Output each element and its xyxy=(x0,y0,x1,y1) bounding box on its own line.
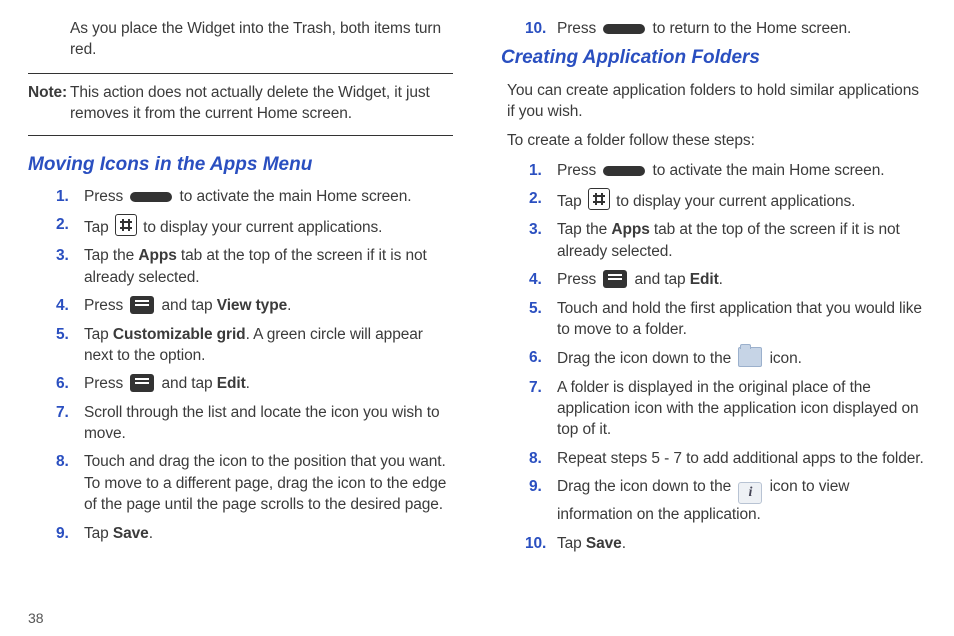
text: Tap xyxy=(557,193,586,210)
r-step-5: Touch and hold the first application tha… xyxy=(529,298,926,341)
text: and tap xyxy=(157,375,216,392)
text: to activate the main Home screen. xyxy=(648,162,884,179)
text: Press xyxy=(557,162,600,179)
r-step-7: A folder is displayed in the original pl… xyxy=(529,377,926,441)
text: . xyxy=(149,525,153,542)
home-key-icon xyxy=(130,192,172,202)
text: and tap xyxy=(157,297,216,314)
text: to display your current applications. xyxy=(612,193,855,210)
step-3: Tap the Apps tab at the top of the scree… xyxy=(56,245,453,288)
r-step-4: Press and tap Edit. xyxy=(529,269,926,290)
text: . xyxy=(719,271,723,288)
text: . xyxy=(246,375,250,392)
text: Press xyxy=(84,297,127,314)
apps-grid-icon xyxy=(588,188,610,210)
text: . xyxy=(622,535,626,552)
view-type-label: View type xyxy=(217,297,287,314)
note-block: Note: This action does not actually dele… xyxy=(28,73,453,136)
text: icon. xyxy=(765,350,801,367)
text: and tap xyxy=(630,271,689,288)
step-5: Tap Customizable grid. A green circle wi… xyxy=(56,324,453,367)
text: Press xyxy=(84,375,127,392)
step-9: Tap Save. xyxy=(56,523,453,544)
note-text: This action does not actually delete the… xyxy=(70,82,453,125)
text: Press xyxy=(557,20,600,37)
menu-key-icon xyxy=(130,296,154,314)
creating-folders-steps: Press to activate the main Home screen. … xyxy=(501,160,926,526)
text: Drag the icon down to the xyxy=(557,350,735,367)
save-label: Save xyxy=(113,525,149,542)
menu-key-icon xyxy=(603,270,627,288)
home-key-icon xyxy=(603,166,645,176)
customizable-grid-label: Customizable grid xyxy=(113,326,246,343)
step-2: Tap to display your current applications… xyxy=(56,214,453,238)
note-label: Note: xyxy=(28,82,70,125)
r-step-10-number: 10. xyxy=(525,533,546,554)
text: Tap xyxy=(84,525,113,542)
heading-moving-icons: Moving Icons in the Apps Menu xyxy=(28,152,453,178)
text: Press xyxy=(84,188,127,205)
step-7: Scroll through the list and locate the i… xyxy=(56,402,453,445)
apps-grid-icon xyxy=(115,214,137,236)
folders-intro-1: You can create application folders to ho… xyxy=(501,80,926,123)
apps-tab-label: Apps xyxy=(611,221,649,238)
text: Tap xyxy=(84,219,113,236)
step-10-continued: 10. Press to return to the Home screen. xyxy=(501,18,926,39)
step-8: Touch and drag the icon to the position … xyxy=(56,451,453,515)
trash-paragraph: As you place the Widget into the Trash, … xyxy=(28,18,453,61)
r-step-10: 10. Tap Save. xyxy=(501,533,926,554)
r-step-1: Press to activate the main Home screen. xyxy=(529,160,926,181)
text: Tap xyxy=(84,326,113,343)
menu-key-icon xyxy=(130,374,154,392)
text: . xyxy=(287,297,291,314)
edit-label: Edit xyxy=(690,271,719,288)
info-icon: i xyxy=(738,482,762,504)
folder-icon xyxy=(738,347,762,367)
apps-tab-label: Apps xyxy=(138,247,176,264)
step-1: Press to activate the main Home screen. xyxy=(56,186,453,207)
r-step-9: Drag the icon down to the i icon to view… xyxy=(529,476,926,525)
text: Tap the xyxy=(557,221,611,238)
text: Tap xyxy=(557,535,586,552)
page-root: As you place the Widget into the Trash, … xyxy=(0,0,954,636)
home-key-icon xyxy=(603,24,645,34)
save-label: Save xyxy=(586,535,622,552)
step-4: Press and tap View type. xyxy=(56,295,453,316)
folders-intro-2: To create a folder follow these steps: xyxy=(501,130,926,151)
left-column: As you place the Widget into the Trash, … xyxy=(28,18,453,626)
text: Drag the icon down to the xyxy=(557,478,735,495)
moving-icons-steps: Press to activate the main Home screen. … xyxy=(28,186,453,544)
r-step-3: Tap the Apps tab at the top of the scree… xyxy=(529,219,926,262)
r-step-2: Tap to display your current applications… xyxy=(529,188,926,212)
heading-creating-folders: Creating Application Folders xyxy=(501,45,926,71)
text: Press xyxy=(557,271,600,288)
r-step-6: Drag the icon down to the icon. xyxy=(529,347,926,369)
step-6: Press and tap Edit. xyxy=(56,373,453,394)
edit-label: Edit xyxy=(217,375,246,392)
text: Tap the xyxy=(84,247,138,264)
step-10-number: 10. xyxy=(525,18,546,39)
text: to activate the main Home screen. xyxy=(175,188,411,205)
text: to return to the Home screen. xyxy=(648,20,851,37)
r-step-8: Repeat steps 5 - 7 to add additional app… xyxy=(529,448,926,469)
page-number: 38 xyxy=(28,610,44,626)
text: to display your current applications. xyxy=(139,219,382,236)
right-column: 10. Press to return to the Home screen. … xyxy=(501,18,926,626)
